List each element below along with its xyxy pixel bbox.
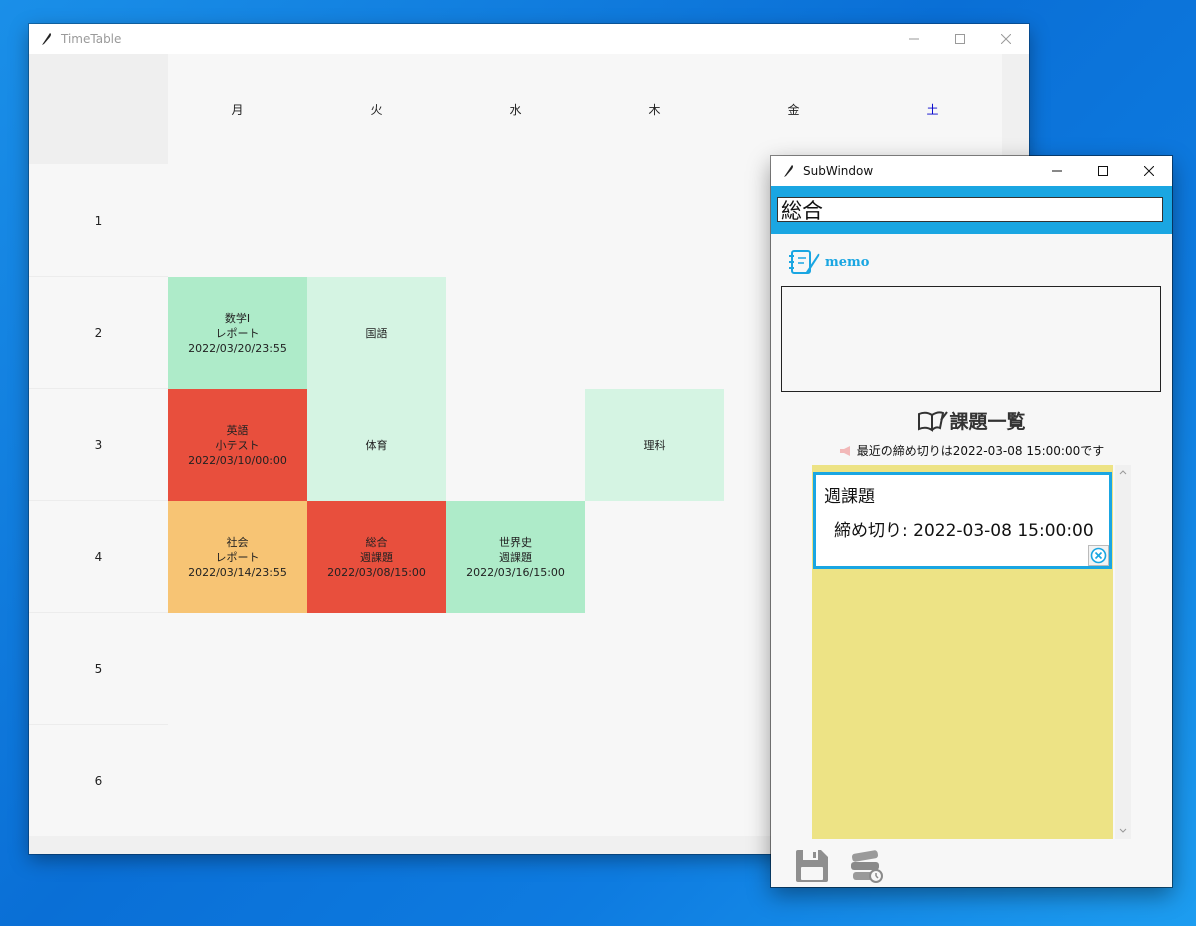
class-deadline: 2022/03/16/15:00 bbox=[466, 565, 565, 579]
class-task: 小テスト bbox=[215, 438, 260, 452]
class-subject: 国語 bbox=[365, 326, 388, 340]
period-label-3: 3 bbox=[94, 438, 103, 452]
sub-maximize-button[interactable] bbox=[1080, 156, 1126, 186]
sub-title-bar[interactable]: SubWindow bbox=[771, 156, 1172, 186]
class-deadline: 2022/03/14/23:55 bbox=[188, 565, 287, 579]
sub-window: SubWindow memo bbox=[771, 156, 1172, 887]
class-subject: 総合 bbox=[365, 535, 388, 549]
minimize-icon bbox=[909, 38, 919, 40]
feather-icon bbox=[784, 165, 793, 177]
save-icon[interactable] bbox=[795, 849, 829, 883]
bottom-toolbar bbox=[795, 849, 885, 883]
task-list-title: 課題一覧 bbox=[949, 411, 1026, 433]
class-cell[interactable]: 数学Ⅰ レポート 2022/03/20/23:55 bbox=[168, 277, 307, 389]
minimize-button[interactable] bbox=[891, 24, 937, 54]
class-subject: 数学Ⅰ bbox=[224, 311, 251, 325]
sub-window-title: SubWindow bbox=[803, 164, 874, 178]
class-subject: 理科 bbox=[643, 438, 666, 452]
minimize-icon bbox=[1052, 170, 1062, 172]
maximize-button[interactable] bbox=[937, 24, 983, 54]
books-icon[interactable] bbox=[849, 849, 885, 883]
day-header-wed: 水 bbox=[509, 102, 522, 117]
task-deadline: 締め切り: 2022-03-08 15:00:00 bbox=[834, 521, 1094, 541]
task-card[interactable]: 週課題 締め切り: 2022-03-08 15:00:00 bbox=[813, 472, 1112, 569]
sub-minimize-button[interactable] bbox=[1034, 156, 1080, 186]
close-icon bbox=[1144, 166, 1154, 176]
class-cell[interactable]: 国語 bbox=[307, 277, 446, 389]
period-label-1: 1 bbox=[94, 214, 103, 228]
day-header-sat: 土 bbox=[926, 102, 939, 117]
memo-header: memo bbox=[789, 248, 869, 276]
class-cell[interactable]: 理科 bbox=[585, 389, 724, 501]
class-cell[interactable]: 英語 小テスト 2022/03/10/00:00 bbox=[168, 389, 307, 501]
day-header-thu: 木 bbox=[648, 102, 661, 117]
task-name: 週課題 bbox=[824, 487, 875, 507]
maximize-icon bbox=[955, 34, 965, 44]
class-subject: 世界史 bbox=[499, 535, 532, 549]
class-task: レポート bbox=[215, 550, 260, 564]
period-label-6: 6 bbox=[94, 774, 103, 788]
deadline-notice-text: 最近の締め切りは2022-03-08 15:00:00です bbox=[856, 444, 1105, 458]
period-label-4: 4 bbox=[94, 550, 103, 564]
class-task: 週課題 bbox=[360, 550, 393, 564]
title-bar[interactable]: TimeTable bbox=[29, 24, 1029, 54]
class-cell[interactable]: 世界史 週課題 2022/03/16/15:00 bbox=[446, 501, 585, 613]
subject-name-input[interactable] bbox=[777, 197, 1163, 222]
day-header-tue: 火 bbox=[370, 102, 383, 117]
class-subject: 体育 bbox=[365, 438, 388, 452]
class-deadline: 2022/03/10/00:00 bbox=[188, 453, 287, 467]
class-task: 週課題 bbox=[499, 550, 532, 564]
feather-icon bbox=[42, 33, 51, 45]
scroll-arrows bbox=[1119, 470, 1127, 833]
delete-task-button[interactable] bbox=[1088, 545, 1109, 566]
class-cell[interactable]: 総合 週課題 2022/03/08/15:00 bbox=[307, 501, 446, 613]
class-deadline: 2022/03/20/23:55 bbox=[188, 341, 287, 355]
class-deadline: 2022/03/08/15:00 bbox=[327, 565, 426, 579]
memo-icon bbox=[789, 250, 820, 274]
sub-close-button[interactable] bbox=[1126, 156, 1172, 186]
class-task: レポート bbox=[215, 326, 260, 340]
class-cell[interactable]: 社会 レポート 2022/03/14/23:55 bbox=[168, 501, 307, 613]
memo-textarea[interactable] bbox=[781, 286, 1161, 392]
class-subject: 社会 bbox=[226, 535, 249, 549]
day-header-mon: 月 bbox=[231, 102, 244, 117]
task-list-scrollbar[interactable] bbox=[1115, 465, 1131, 839]
period-label-5: 5 bbox=[94, 662, 103, 676]
class-subject: 英語 bbox=[226, 423, 249, 437]
close-button[interactable] bbox=[983, 24, 1029, 54]
memo-label: memo bbox=[825, 254, 870, 270]
maximize-icon bbox=[1098, 166, 1108, 176]
class-cell[interactable]: 体育 bbox=[307, 389, 446, 501]
deadline-notice: 最近の締め切りは2022-03-08 15:00:00です bbox=[771, 442, 1172, 459]
grid-corner bbox=[29, 54, 168, 164]
subject-header bbox=[771, 186, 1172, 234]
task-list-heading: 課題一覧 bbox=[771, 407, 1172, 434]
close-circle-icon bbox=[1090, 547, 1107, 564]
close-icon bbox=[1001, 34, 1011, 44]
period-label-2: 2 bbox=[94, 326, 103, 340]
megaphone-icon bbox=[839, 445, 850, 456]
day-header-fri: 金 bbox=[787, 102, 800, 117]
book-icon bbox=[918, 410, 949, 432]
window-title: TimeTable bbox=[61, 32, 122, 46]
